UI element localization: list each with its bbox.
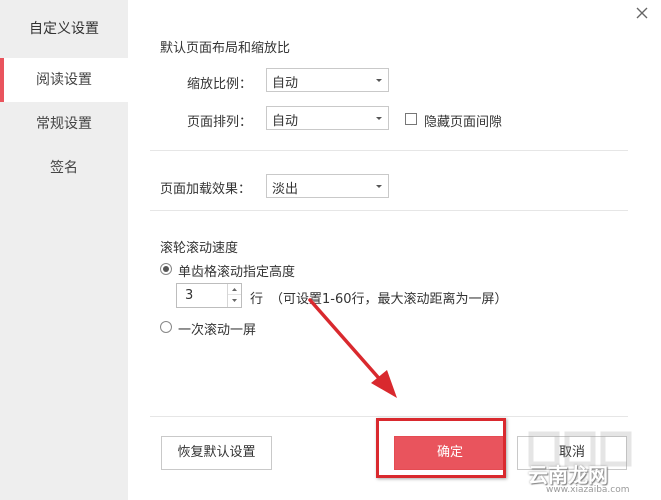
reset-defaults-button[interactable]: 恢复默认设置	[161, 436, 272, 470]
annotation-arrow	[308, 298, 397, 398]
watermark-url: www.xiazaiba.com	[546, 485, 630, 495]
watermark-text: 云南龙网	[528, 463, 608, 487]
annotation-highlight-box	[376, 418, 506, 478]
